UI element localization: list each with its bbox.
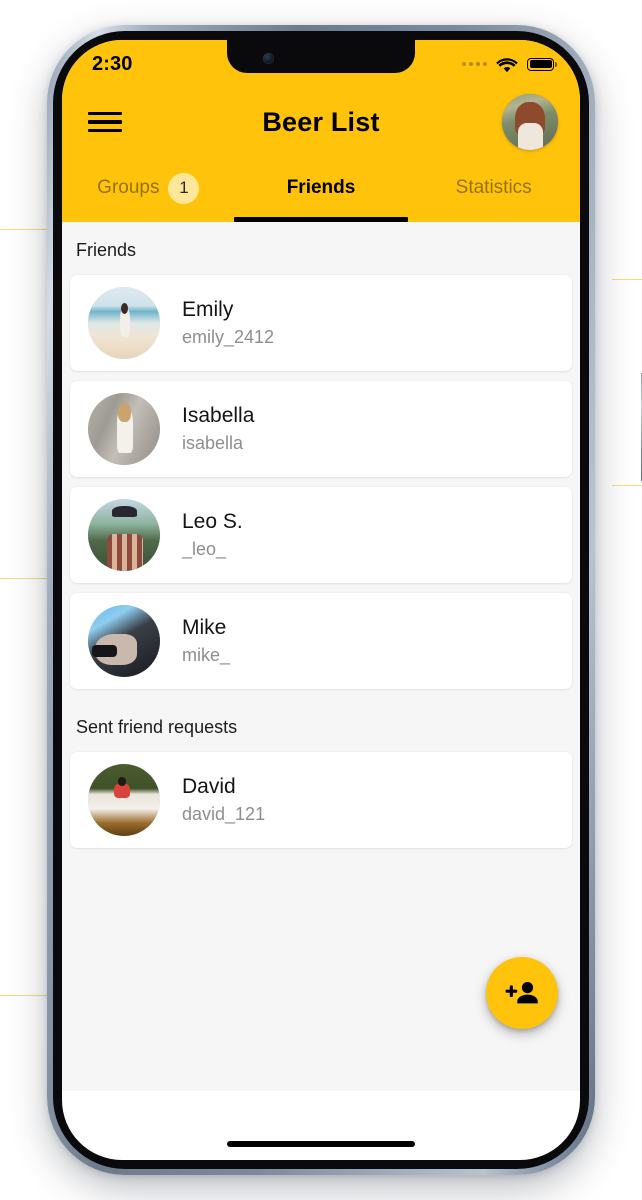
person-add-icon (505, 982, 538, 1004)
list-item-handle: emily_2412 (182, 326, 275, 347)
list-item[interactable]: Isabella isabella (70, 381, 572, 477)
screenshot-canvas: 2:30 Beer List Groups 1 Friends Statisti… (0, 0, 642, 1200)
emily-avatar (88, 287, 160, 359)
isabella-avatar (88, 393, 160, 465)
profile-avatar-image (502, 94, 558, 150)
friends-list-content[interactable]: Friends Emily emily_2412 Isabella isabel… (62, 222, 580, 1091)
add-friend-fab[interactable] (486, 957, 558, 1029)
list-item-name: Leo S. (182, 510, 243, 534)
list-item-name: Emily (182, 298, 234, 322)
display-notch (227, 40, 415, 73)
section-header-sent-requests: Sent friend requests (76, 717, 238, 737)
home-indicator[interactable] (227, 1141, 415, 1147)
hamburger-menu-icon[interactable] (88, 109, 122, 135)
cellular-dots-icon (462, 62, 487, 66)
navigation-bar: Beer List (62, 84, 580, 160)
status-bar-time: 2:30 (92, 52, 133, 75)
tab-statistics[interactable]: Statistics (407, 160, 580, 222)
list-item-handle: david_121 (182, 803, 266, 824)
tab-friends[interactable]: Friends (234, 160, 408, 222)
list-item-name: David (182, 775, 236, 799)
tab-bar: Groups 1 Friends Statistics (62, 160, 580, 222)
section-header-friends: Friends (76, 240, 137, 260)
list-item[interactable]: David david_121 (70, 752, 572, 848)
list-item-handle: isabella (182, 432, 244, 453)
leo-avatar (88, 499, 160, 571)
alignment-guide (612, 279, 642, 280)
list-item-handle: _leo_ (182, 538, 227, 559)
phone-screen: 2:30 Beer List Groups 1 Friends Statisti… (62, 40, 580, 1160)
tab-groups-label: Groups (97, 177, 160, 198)
tab-friends-label: Friends (286, 177, 356, 198)
david-avatar (88, 764, 160, 836)
list-item[interactable]: Mike mike_ (70, 593, 572, 689)
list-item-name: Isabella (182, 404, 255, 428)
tab-groups[interactable]: Groups 1 (62, 160, 235, 222)
status-bar-indicators (462, 56, 557, 73)
battery-full-icon (527, 57, 557, 71)
front-camera-icon (263, 53, 274, 64)
profile-avatar[interactable] (502, 94, 558, 150)
alignment-guide (612, 485, 642, 486)
list-item[interactable]: Emily emily_2412 (70, 275, 572, 371)
tab-groups-badge: 1 (168, 172, 200, 204)
phone-device-frame: 2:30 Beer List Groups 1 Friends Statisti… (47, 25, 642, 1175)
list-item-name: Mike (182, 616, 227, 640)
list-item-handle: mike_ (182, 644, 231, 665)
tab-statistics-label: Statistics (455, 177, 532, 198)
wifi-icon (496, 57, 518, 72)
list-item[interactable]: Leo S. _leo_ (70, 487, 572, 583)
mike-avatar (88, 605, 160, 677)
